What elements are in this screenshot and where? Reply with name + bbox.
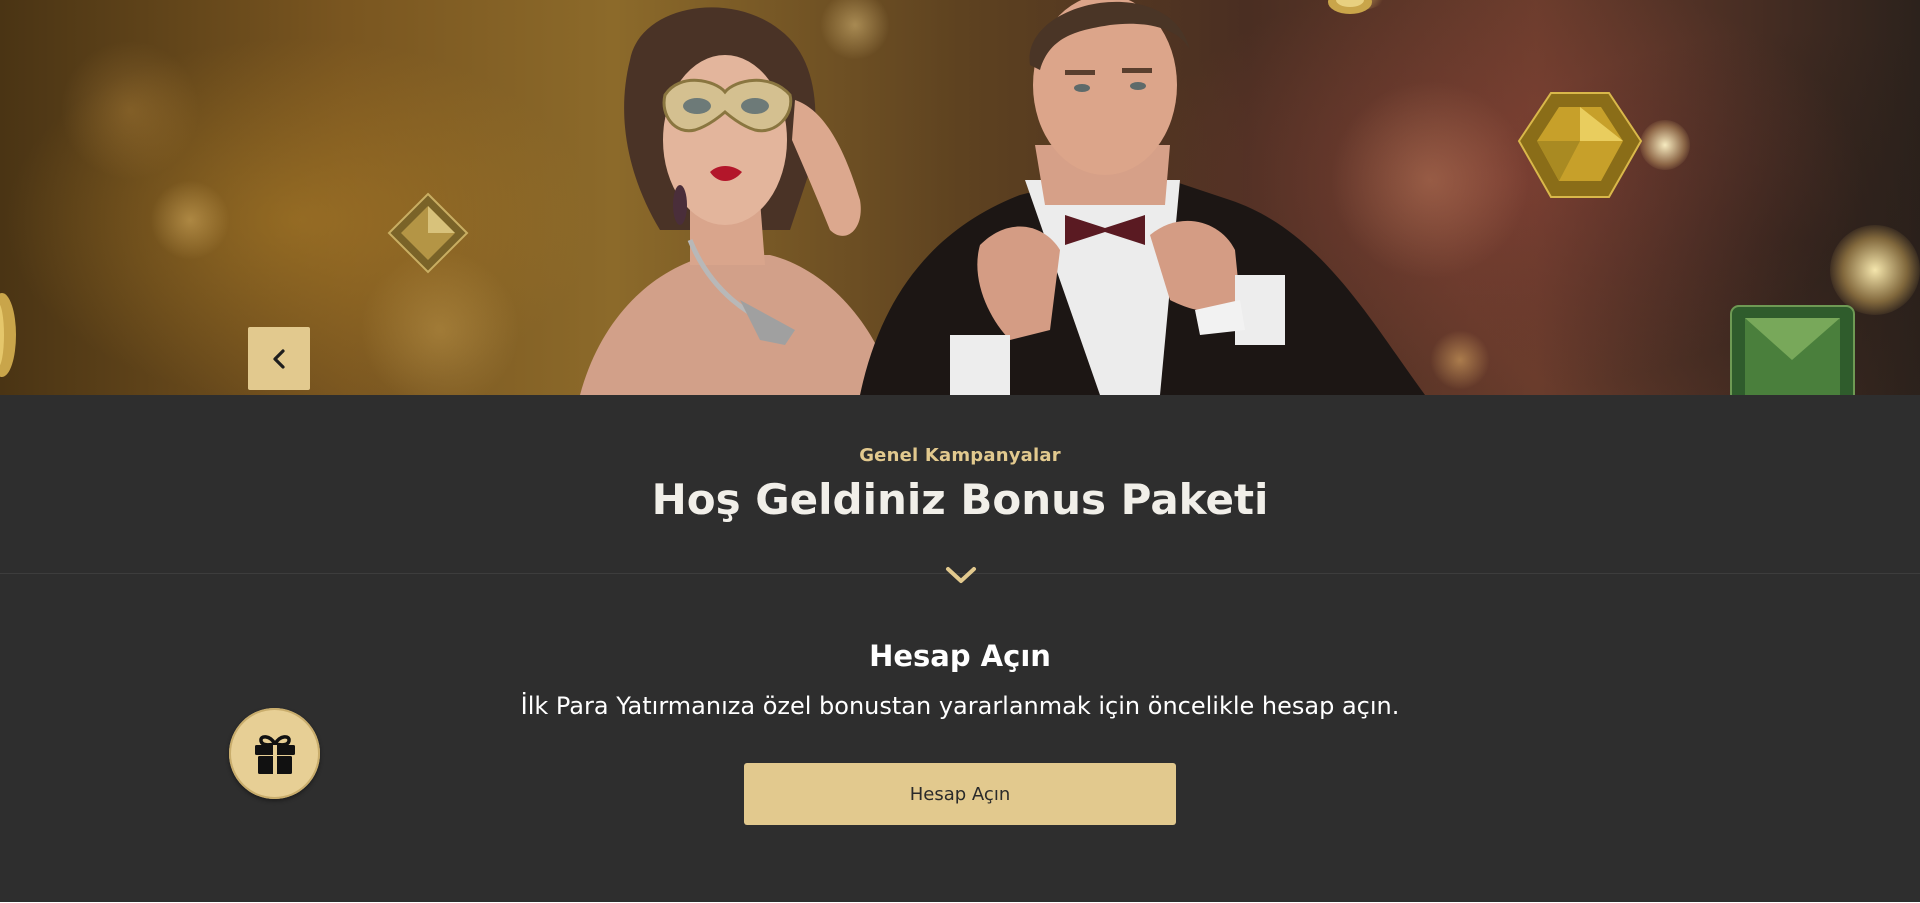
bokeh-light	[360, 250, 520, 395]
woman-figure	[580, 7, 895, 395]
bokeh-light	[1430, 330, 1490, 390]
gem-decoration	[387, 192, 469, 274]
promo-content: Genel Kampanyalar Hoş Geldiniz Bonus Pak…	[0, 395, 1920, 902]
bokeh-light	[1330, 0, 1390, 10]
bokeh-light	[150, 180, 230, 260]
step-title: Hesap Açın	[869, 639, 1051, 673]
bokeh-light	[1330, 80, 1530, 280]
bokeh-light	[1830, 225, 1920, 315]
promo-title: Hoş Geldiniz Bonus Paketi	[651, 475, 1269, 524]
gift-bonus-button[interactable]	[229, 708, 320, 799]
promo-category: Genel Kampanyalar	[859, 445, 1061, 466]
bokeh-light	[60, 40, 200, 180]
gem-decoration	[1730, 305, 1855, 395]
chevron-left-icon	[273, 348, 285, 369]
bokeh-light	[1640, 120, 1690, 170]
coin-decoration	[0, 293, 16, 377]
hero-banner	[0, 0, 1920, 395]
bokeh-light	[820, 0, 890, 60]
gift-icon	[254, 734, 295, 774]
promotion-page: Genel Kampanyalar Hoş Geldiniz Bonus Pak…	[0, 0, 1920, 903]
open-account-button[interactable]: Hesap Açın	[744, 763, 1176, 825]
banner-prev-button[interactable]	[248, 327, 310, 390]
gem-decoration	[1517, 92, 1643, 198]
coin-decoration	[1328, 0, 1372, 14]
man-figure	[860, 0, 1425, 395]
chevron-down-icon	[946, 567, 976, 583]
expand-toggle[interactable]	[943, 563, 979, 587]
